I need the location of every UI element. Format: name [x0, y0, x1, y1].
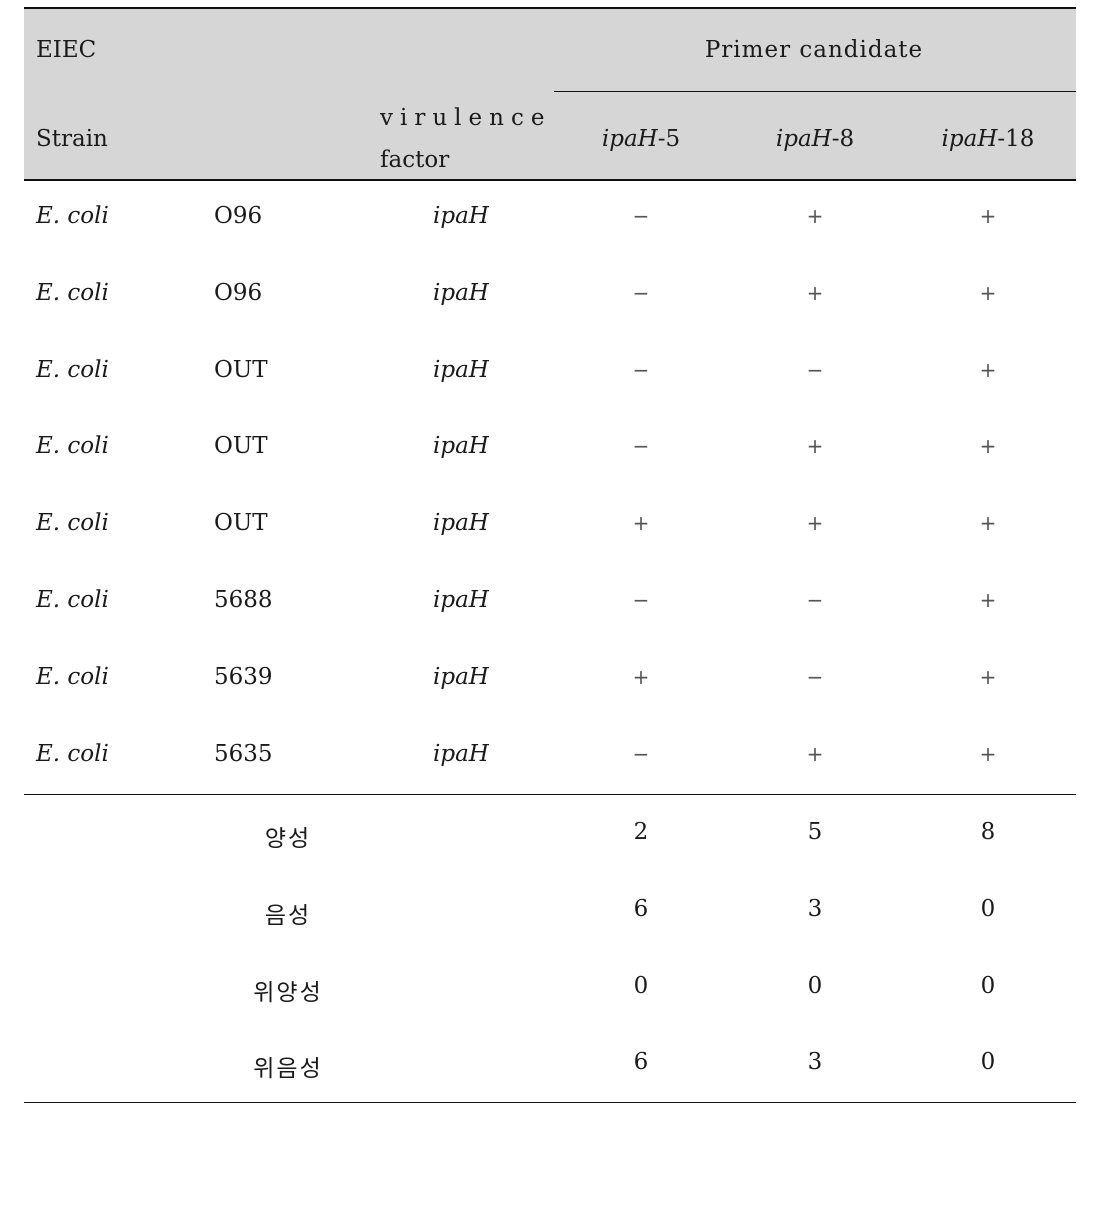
result-cell: +	[806, 741, 824, 766]
species-cell: E. coli	[36, 356, 109, 383]
primer-suffix: -8	[831, 126, 855, 152]
primer-header-3: ipaH-18	[942, 126, 1035, 152]
primer-gene: ipaH	[775, 126, 832, 152]
virulence-factor-cell: ipaH	[433, 587, 489, 613]
summary-row: 위음성 6 3 0	[24, 1025, 1076, 1102]
result-cell: −	[632, 204, 650, 228]
strain-cell: OUT	[214, 433, 268, 460]
strain-cell: O96	[214, 203, 263, 229]
virulence-factor-cell: ipaH	[433, 510, 489, 537]
result-cell: +	[979, 741, 997, 766]
summary-value: 0	[807, 972, 823, 999]
summary-row: 양성 2 5 8	[24, 795, 1076, 872]
primer-header-1: ipaH-5	[602, 126, 680, 152]
table-header: EIEC Primer candidate Strain virulence f…	[24, 7, 1076, 181]
summary-value: 2	[633, 819, 649, 845]
primer-gene: ipaH	[601, 126, 658, 152]
strain-cell: OUT	[214, 510, 268, 537]
result-cell: +	[632, 664, 650, 689]
result-cell: −	[806, 664, 824, 689]
result-cell: +	[806, 204, 824, 228]
result-cell: +	[806, 434, 824, 459]
table-row: E. coli 5639 ipaH + − +	[24, 642, 1076, 719]
summary-value: 3	[807, 1049, 823, 1076]
header-top-row: EIEC Primer candidate	[24, 9, 1076, 91]
summary-value: 0	[980, 1049, 996, 1076]
result-cell: −	[632, 741, 650, 766]
table-body: E. coli O96 ipaH − + + E. coli O96 ipaH − + + E. col…	[24, 181, 1076, 795]
summary-row: 음성 6 3 0	[24, 872, 1076, 949]
result-cell: −	[806, 357, 824, 382]
table-row: E. coli OUT ipaH − + +	[24, 411, 1076, 488]
table-row: E. coli O96 ipaH − + +	[24, 181, 1076, 258]
species-cell: E. coli	[36, 587, 109, 613]
result-cell: −	[806, 588, 824, 612]
virulence-factor-cell: ipaH	[433, 356, 489, 383]
primer-suffix: -5	[657, 126, 681, 152]
virulence-factor-cell: ipaH	[433, 203, 489, 229]
result-cell: +	[979, 588, 997, 612]
table-row: E. coli 5635 ipaH − + +	[24, 719, 1076, 796]
table-row: E. coli OUT ipaH − − +	[24, 335, 1076, 412]
summary-value: 3	[807, 895, 823, 922]
primer-group-divider	[554, 91, 1076, 92]
result-cell: −	[632, 357, 650, 382]
result-cell: +	[979, 204, 997, 228]
result-cell: +	[806, 280, 824, 305]
result-cell: +	[979, 357, 997, 382]
primer-results-table: EIEC Primer candidate Strain virulence f…	[24, 7, 1076, 1103]
summary-value: 0	[980, 972, 996, 999]
species-cell: E. coli	[36, 279, 109, 306]
header-bottom-row: Strain virulence factor ipaH-5 ipaH-8 ip…	[24, 93, 1076, 181]
species-cell: E. coli	[36, 203, 109, 229]
summary-label: 양성	[264, 826, 312, 852]
summary-value: 6	[633, 1049, 649, 1076]
species-cell: E. coli	[36, 663, 109, 690]
eiec-label: EIEC	[36, 37, 97, 63]
strain-cell: 5688	[214, 587, 273, 613]
summary-row: 위양성 0 0 0	[24, 949, 1076, 1026]
result-cell: +	[979, 434, 997, 459]
primer-header-2: ipaH-8	[776, 126, 854, 152]
species-cell: E. coli	[36, 433, 109, 460]
strain-cell: 5639	[214, 663, 273, 690]
strain-cell: 5635	[214, 740, 273, 767]
species-cell: E. coli	[36, 740, 109, 767]
virulence-factor-cell: ipaH	[433, 279, 489, 306]
summary-section: 양성 2 5 8 음성 6 3 0 위양성 0 0 0 위음성 6 3 0	[24, 795, 1076, 1103]
summary-value: 6	[633, 895, 649, 922]
summary-value: 8	[980, 819, 996, 845]
virulence-factor-cell: ipaH	[433, 663, 489, 690]
result-cell: −	[632, 434, 650, 459]
summary-value: 5	[807, 819, 823, 845]
result-cell: −	[632, 280, 650, 305]
table-row: E. coli OUT ipaH + + +	[24, 488, 1076, 565]
virulence-factor-cell: ipaH	[433, 433, 489, 460]
strain-label: Strain	[36, 126, 108, 152]
summary-label: 위양성	[253, 979, 323, 1006]
primer-suffix: -18	[997, 126, 1035, 152]
result-cell: +	[979, 664, 997, 689]
virulence-label-line1: virulence	[380, 105, 552, 131]
summary-value: 0	[633, 972, 649, 999]
table-row: E. coli O96 ipaH − + +	[24, 258, 1076, 335]
strain-cell: OUT	[214, 356, 268, 383]
result-cell: +	[806, 511, 824, 536]
result-cell: +	[979, 280, 997, 305]
strain-cell: O96	[214, 279, 263, 306]
primer-candidate-label: Primer candidate	[704, 37, 924, 63]
virulence-label-line2: factor	[380, 147, 450, 173]
result-cell: +	[632, 511, 650, 536]
primer-gene: ipaH	[941, 126, 998, 152]
species-cell: E. coli	[36, 510, 109, 537]
table-row: E. coli 5688 ipaH − − +	[24, 565, 1076, 642]
result-cell: −	[632, 588, 650, 612]
summary-label: 음성	[264, 902, 312, 929]
result-cell: +	[979, 511, 997, 536]
summary-label: 위음성	[253, 1056, 323, 1083]
summary-value: 0	[980, 895, 996, 922]
virulence-factor-cell: ipaH	[433, 740, 489, 767]
